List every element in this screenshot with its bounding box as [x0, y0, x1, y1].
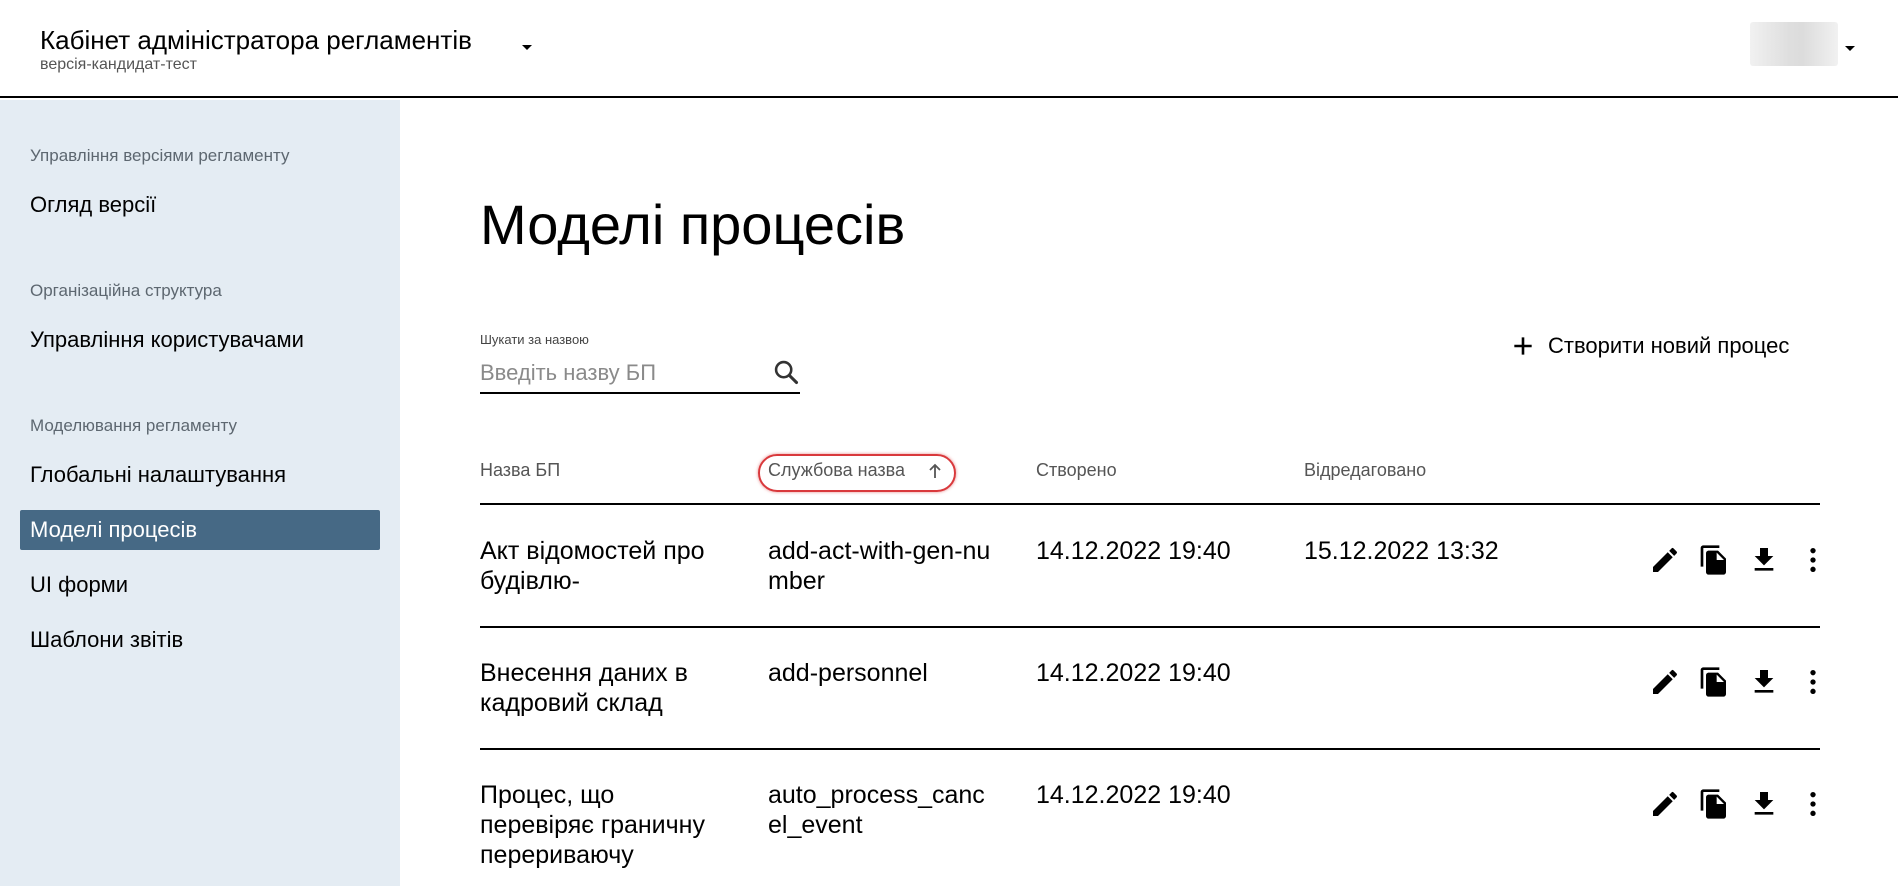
search-input[interactable]: [480, 356, 760, 390]
sidebar-section-label: Моделювання регламенту: [30, 416, 238, 435]
copy-icon[interactable]: [1698, 666, 1730, 698]
edit-icon[interactable]: [1649, 544, 1681, 576]
row-divider: [480, 748, 1820, 750]
sidebar: Управління версіями регламенту Огляд вер…: [0, 100, 400, 886]
copy-icon[interactable]: [1698, 788, 1730, 820]
more-vert-icon[interactable]: [1797, 666, 1829, 698]
cell-service-name: auto_process_cancel_event: [768, 781, 985, 839]
sidebar-section-label: Управління версіями регламенту: [30, 146, 290, 165]
cell-name: Внесення даних в кадровий склад: [480, 659, 688, 717]
row-divider: [480, 626, 1820, 628]
cell-service-name: add-personnel: [768, 659, 928, 687]
sidebar-item-global-settings[interactable]: Глобальні налаштування: [20, 455, 380, 495]
cell-created: 14.12.2022 19:40: [1036, 781, 1231, 809]
sidebar-item-process-models[interactable]: Моделі процесів: [20, 510, 380, 550]
create-process-button[interactable]: Створити новий процес: [1510, 328, 1789, 364]
avatar[interactable]: [1750, 22, 1838, 66]
search-label: Шукати за назвою: [480, 332, 589, 347]
cell-created: 14.12.2022 19:40: [1036, 659, 1231, 687]
search-field: [480, 352, 800, 394]
version-name: версія-кандидат-тест: [40, 56, 197, 73]
search-icon[interactable]: [772, 358, 800, 386]
download-icon[interactable]: [1748, 788, 1780, 820]
column-header-name[interactable]: Назва БП: [480, 460, 560, 481]
create-process-label: Створити новий процес: [1548, 333, 1790, 358]
more-vert-icon[interactable]: [1797, 544, 1829, 576]
cell-edited: 15.12.2022 13:32: [1304, 537, 1499, 565]
more-vert-icon[interactable]: [1797, 788, 1829, 820]
table-header-divider: [480, 503, 1820, 505]
cell-service-name: add-act-with-gen-number: [768, 537, 991, 595]
column-header-edited[interactable]: Відредаговано: [1304, 460, 1426, 481]
page-title: Моделі процесів: [480, 193, 906, 256]
cell-created: 14.12.2022 19:40: [1036, 537, 1231, 565]
edit-icon[interactable]: [1649, 666, 1681, 698]
sidebar-item-version-overview[interactable]: Огляд версії: [20, 185, 380, 225]
arrow-up-icon[interactable]: [926, 461, 944, 481]
plus-icon: [1514, 337, 1532, 355]
column-header-created[interactable]: Створено: [1036, 460, 1117, 481]
copy-icon[interactable]: [1698, 544, 1730, 576]
sidebar-item-users[interactable]: Управління користувачами: [20, 320, 380, 360]
chevron-down-icon[interactable]: [518, 38, 536, 56]
column-header-service-name[interactable]: Службова назва: [768, 460, 905, 481]
app-title: Кабінет адміністратора регламентів: [40, 25, 472, 55]
sidebar-item-report-templates[interactable]: Шаблони звітів: [20, 620, 380, 660]
app-header: Кабінет адміністратора регламентів версі…: [0, 0, 1898, 98]
cell-name: Процес, що перевіряє граничну перериваюч…: [480, 781, 705, 869]
edit-icon[interactable]: [1649, 788, 1681, 820]
download-icon[interactable]: [1748, 666, 1780, 698]
cell-name: Акт відомостей про будівлю-: [480, 537, 705, 595]
sidebar-section-label: Організаційна структура: [30, 281, 222, 300]
download-icon[interactable]: [1748, 544, 1780, 576]
chevron-down-icon[interactable]: [1842, 40, 1858, 56]
sidebar-item-ui-forms[interactable]: UI форми: [20, 565, 380, 605]
